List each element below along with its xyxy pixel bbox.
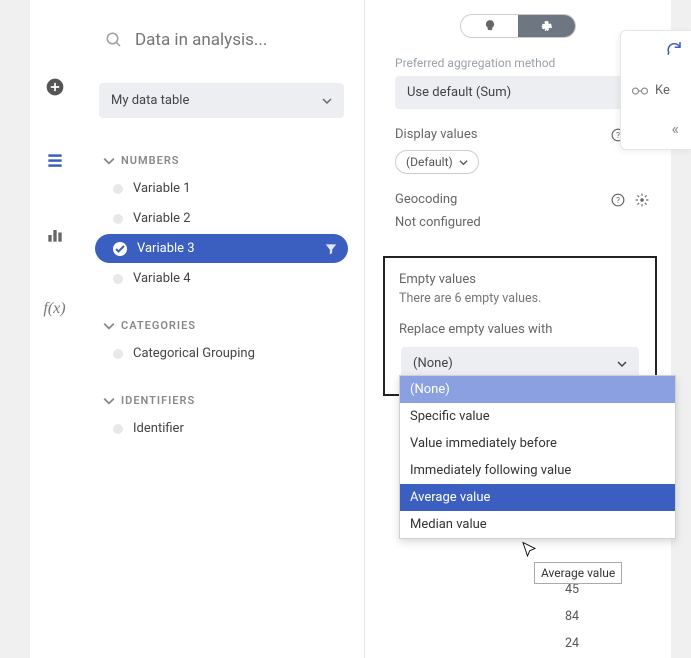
dropdown-option[interactable]: Value immediately before — [400, 430, 675, 457]
list-item[interactable]: Categorical Grouping — [95, 339, 348, 368]
chevron-down-icon — [103, 395, 115, 407]
dropdown-option[interactable]: Immediately following value — [400, 457, 675, 484]
empty-values-title: Empty values — [399, 272, 641, 287]
list-item-label: Variable 1 — [133, 181, 191, 196]
data-table-select-label: My data table — [111, 93, 189, 108]
mode-toggle-info[interactable] — [461, 15, 518, 37]
replace-label: Replace empty values with — [399, 322, 641, 337]
group-header-categories[interactable]: CATEGORIES — [95, 313, 348, 338]
lightbulb-icon — [483, 19, 497, 33]
group-header-label: IDENTIFIERS — [121, 394, 195, 407]
type-dot-icon — [113, 349, 123, 359]
group-identifiers: IDENTIFIERS Identifier — [95, 388, 348, 443]
type-dot-icon — [113, 242, 127, 256]
search-icon — [105, 31, 123, 49]
chart-icon[interactable] — [43, 223, 67, 247]
type-dot-icon — [113, 274, 123, 284]
replace-current-value: (None) — [413, 356, 453, 371]
tooltip: Average value — [534, 562, 622, 584]
dropdown-option[interactable]: (None) — [400, 376, 675, 403]
display-values-chip[interactable]: (Default) — [395, 150, 479, 174]
gear-icon — [540, 19, 554, 33]
search-input[interactable] — [135, 30, 357, 50]
display-values-value: (Default) — [406, 155, 453, 169]
list-item-label: Variable 3 — [137, 241, 195, 256]
list-item-label: Variable 4 — [133, 271, 191, 286]
value-cell: 84 — [565, 609, 579, 624]
aggregation-select[interactable]: Use default (Sum) — [395, 76, 649, 109]
aggregation-value: Use default (Sum) — [407, 85, 511, 100]
type-dot-icon — [113, 214, 123, 224]
value-cell: 45 — [565, 582, 579, 597]
key-toggle[interactable]: Ke — [631, 83, 670, 98]
list-item[interactable]: Variable 1 — [95, 174, 348, 203]
display-values-label: Display values — [395, 127, 477, 142]
function-icon[interactable]: f(x) — [43, 297, 67, 321]
key-label: Ke — [655, 83, 670, 98]
group-numbers: NUMBERS Variable 1 Variable 2 Variable 3… — [95, 148, 348, 293]
chevron-down-icon — [459, 158, 468, 167]
refresh-icon[interactable] — [665, 39, 683, 57]
group-header-label: NUMBERS — [121, 154, 180, 167]
filter-icon — [324, 242, 338, 256]
data-table-icon[interactable] — [43, 149, 67, 173]
side-strip: Ke « — [620, 30, 691, 150]
list-item-label: Variable 2 — [133, 211, 191, 226]
collapse-icon[interactable]: « — [671, 119, 679, 138]
empty-values-box: Empty values There are 6 empty values. R… — [383, 256, 657, 396]
group-header-numbers[interactable]: NUMBERS — [95, 148, 348, 173]
geocoding-status: Not configured — [395, 215, 649, 230]
dropdown-option[interactable]: Median value — [400, 511, 675, 538]
chevron-down-icon — [103, 155, 115, 167]
list-item-label: Identifier — [133, 421, 184, 436]
value-column: 45 84 24 — [565, 582, 579, 651]
mode-toggle-settings[interactable] — [518, 15, 575, 37]
group-header-identifiers[interactable]: IDENTIFIERS — [95, 388, 348, 413]
type-dot-icon — [113, 184, 123, 194]
list-item[interactable]: Variable 2 — [95, 204, 348, 233]
dropdown-option[interactable]: Average value — [400, 484, 675, 511]
list-item[interactable]: Identifier — [95, 414, 348, 443]
gear-icon[interactable] — [635, 193, 649, 207]
data-panel: My data table NUMBERS Variable 1 Variabl… — [79, 0, 365, 658]
link-icon — [631, 84, 649, 98]
dropdown-option[interactable]: Specific value — [400, 403, 675, 430]
empty-values-count: There are 6 empty values. — [399, 291, 641, 306]
cursor-icon — [520, 541, 538, 559]
add-icon[interactable] — [43, 75, 67, 99]
group-categories: CATEGORIES Categorical Grouping — [95, 313, 348, 368]
chevron-down-icon — [103, 320, 115, 332]
list-item[interactable]: Variable 3 — [95, 234, 348, 263]
list-item-label: Categorical Grouping — [133, 346, 255, 361]
replace-dropdown: (None) Specific value Value immediately … — [399, 375, 676, 539]
group-header-label: CATEGORIES — [121, 319, 196, 332]
help-icon[interactable]: ? — [611, 193, 625, 207]
svg-text:?: ? — [616, 194, 620, 204]
chevron-down-icon — [322, 96, 332, 106]
type-dot-icon — [113, 424, 123, 434]
search-row — [95, 22, 348, 58]
value-cell: 24 — [565, 636, 579, 651]
geocoding-label: Geocoding — [395, 192, 457, 207]
list-item[interactable]: Variable 4 — [95, 264, 348, 293]
icon-rail: f(x) — [30, 0, 79, 658]
chevron-down-icon — [617, 359, 627, 369]
data-table-select[interactable]: My data table — [99, 83, 344, 118]
mode-toggle[interactable] — [460, 14, 576, 38]
